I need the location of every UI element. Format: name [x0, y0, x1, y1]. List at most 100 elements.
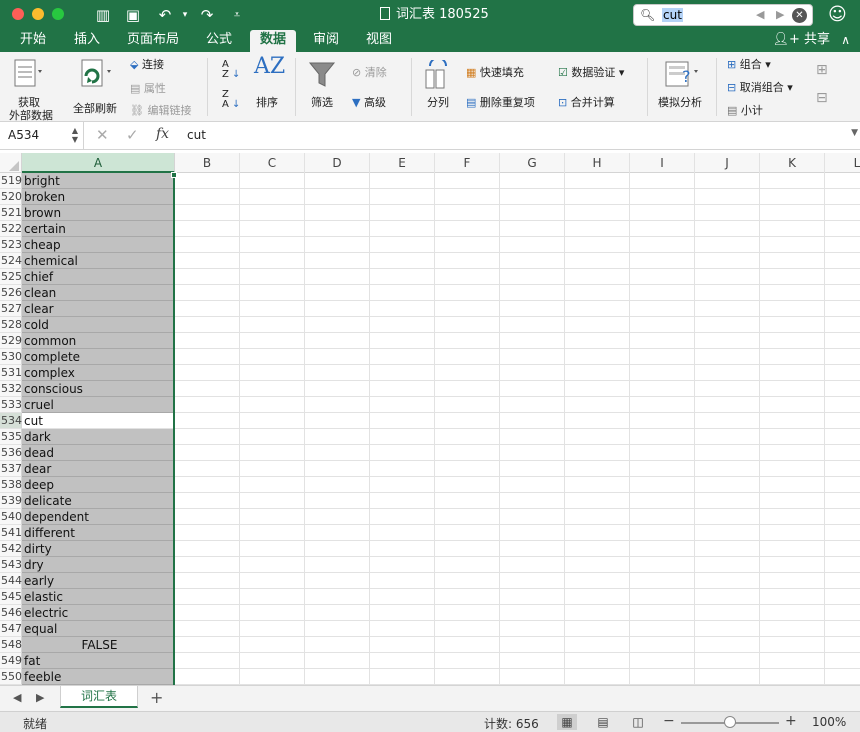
empty-cells[interactable]	[175, 253, 860, 269]
cell-a[interactable]: conscious	[22, 381, 175, 397]
sort-ascending-icon[interactable]: AZ ↓	[222, 60, 240, 80]
empty-cells[interactable]	[175, 493, 860, 509]
row-header[interactable]: 523	[0, 237, 22, 253]
expand-formula-bar-icon[interactable]: ▼	[851, 128, 858, 138]
external-data-icon[interactable]	[12, 58, 42, 90]
sort-label[interactable]: 排序	[256, 94, 278, 110]
sheet-tab[interactable]: 词汇表	[60, 686, 138, 708]
minimize-window-button[interactable]	[32, 8, 44, 20]
empty-cells[interactable]	[175, 605, 860, 621]
column-header[interactable]: F	[435, 153, 500, 173]
empty-cells[interactable]	[175, 317, 860, 333]
cell-a[interactable]: chief	[22, 269, 175, 285]
worksheet-grid[interactable]: 519 bright 520 broken 521 brown 522 certain 523 c…	[0, 173, 860, 685]
row-header[interactable]: 545	[0, 589, 22, 605]
row-header[interactable]: 527	[0, 301, 22, 317]
normal-view-icon[interactable]: ▦	[557, 714, 577, 730]
search-icon[interactable]: 🔍︎	[640, 8, 655, 22]
empty-cells[interactable]	[175, 269, 860, 285]
empty-cells[interactable]	[175, 509, 860, 525]
row-header[interactable]: 525	[0, 269, 22, 285]
filter-label[interactable]: 筛选	[311, 94, 333, 110]
empty-cells[interactable]	[175, 445, 860, 461]
name-box-stepper-icon[interactable]: ▲ ▼	[72, 126, 78, 144]
tab-view[interactable]: 视图	[356, 30, 402, 52]
column-header[interactable]: L	[825, 153, 860, 173]
cell-a[interactable]: clear	[22, 301, 175, 317]
column-header[interactable]: H	[565, 153, 630, 173]
empty-cells[interactable]	[175, 541, 860, 557]
properties-button[interactable]: ▤ 属性	[130, 80, 166, 96]
search-input[interactable]: cut	[662, 8, 683, 22]
row-header[interactable]: 546	[0, 605, 22, 621]
next-sheet-icon[interactable]: ▶	[36, 691, 44, 704]
zoom-in-icon[interactable]: +	[785, 713, 797, 729]
sort-icon[interactable]: AZ	[254, 54, 285, 79]
row-header[interactable]: 550	[0, 669, 22, 685]
cell-a[interactable]: fat	[22, 653, 175, 669]
cell-a[interactable]: common	[22, 333, 175, 349]
flash-fill-button[interactable]: ▦ 快速填充	[466, 64, 524, 80]
empty-cells[interactable]	[175, 621, 860, 637]
empty-cells[interactable]	[175, 557, 860, 573]
tab-formulas[interactable]: 公式	[196, 30, 242, 52]
refresh-all-label[interactable]: 全部刷新	[73, 100, 117, 116]
data-validation-button[interactable]: ☑ 数据验证 ▾	[558, 64, 624, 80]
edit-links-button[interactable]: ⛓ 编辑链接	[130, 102, 191, 118]
cell-a[interactable]: feeble	[22, 669, 175, 685]
active-cell[interactable]: cut	[22, 413, 175, 429]
row-header[interactable]: 524	[0, 253, 22, 269]
cell-a[interactable]: different	[22, 525, 175, 541]
redo-icon[interactable]: ↷	[196, 4, 218, 26]
filter-icon[interactable]	[308, 60, 336, 90]
row-header[interactable]: 534	[0, 413, 22, 429]
cell-a[interactable]: delicate	[22, 493, 175, 509]
cell-a[interactable]: dark	[22, 429, 175, 445]
cell-a[interactable]: dead	[22, 445, 175, 461]
customize-toolbar-icon[interactable]: ⩡	[226, 4, 248, 26]
empty-cells[interactable]	[175, 653, 860, 669]
row-header[interactable]: 532	[0, 381, 22, 397]
empty-cells[interactable]	[175, 189, 860, 205]
tab-home[interactable]: 开始	[10, 30, 56, 52]
tab-insert[interactable]: 插入	[64, 30, 110, 52]
column-header[interactable]: C	[240, 153, 305, 173]
cell-a[interactable]: complete	[22, 349, 175, 365]
row-header[interactable]: 533	[0, 397, 22, 413]
row-header[interactable]: 542	[0, 541, 22, 557]
empty-cells[interactable]	[175, 333, 860, 349]
select-all-button[interactable]	[0, 153, 22, 173]
column-header[interactable]: G	[500, 153, 565, 173]
empty-cells[interactable]	[175, 173, 860, 189]
cell-a[interactable]: electric	[22, 605, 175, 621]
row-header[interactable]: 530	[0, 349, 22, 365]
cell-a[interactable]: certain	[22, 221, 175, 237]
cell-a[interactable]: broken	[22, 189, 175, 205]
cell-a[interactable]: deep	[22, 477, 175, 493]
empty-cells[interactable]	[175, 301, 860, 317]
get-external-data-label-2[interactable]: 外部数据	[9, 107, 53, 123]
tab-review[interactable]: 审阅	[303, 30, 349, 52]
empty-cells[interactable]	[175, 349, 860, 365]
column-header[interactable]: I	[630, 153, 695, 173]
fill-handle[interactable]	[171, 172, 177, 178]
connections-button[interactable]: ⬙ 连接	[130, 56, 164, 72]
hide-detail-icon[interactable]: ⊟	[816, 90, 828, 106]
row-header[interactable]: 543	[0, 557, 22, 573]
empty-cells[interactable]	[175, 573, 860, 589]
empty-cells[interactable]	[175, 205, 860, 221]
consolidate-button[interactable]: ⊡ 合并计算	[558, 94, 615, 110]
empty-cells[interactable]	[175, 589, 860, 605]
show-detail-icon[interactable]: ⊞	[816, 62, 828, 78]
page-break-view-icon[interactable]: ◫	[628, 714, 648, 730]
empty-cells[interactable]	[175, 477, 860, 493]
row-header[interactable]: 541	[0, 525, 22, 541]
cell-a[interactable]: clean	[22, 285, 175, 301]
row-header[interactable]: 521	[0, 205, 22, 221]
undo-icon[interactable]: ↶	[154, 4, 176, 26]
collapse-ribbon-icon[interactable]: ∧	[841, 30, 850, 50]
cell-a[interactable]: chemical	[22, 253, 175, 269]
share-button[interactable]: 👤︎+ 共享	[772, 30, 830, 50]
cell-a[interactable]: FALSE	[22, 637, 175, 653]
group-button[interactable]: ⊞ 组合 ▾	[727, 56, 771, 72]
